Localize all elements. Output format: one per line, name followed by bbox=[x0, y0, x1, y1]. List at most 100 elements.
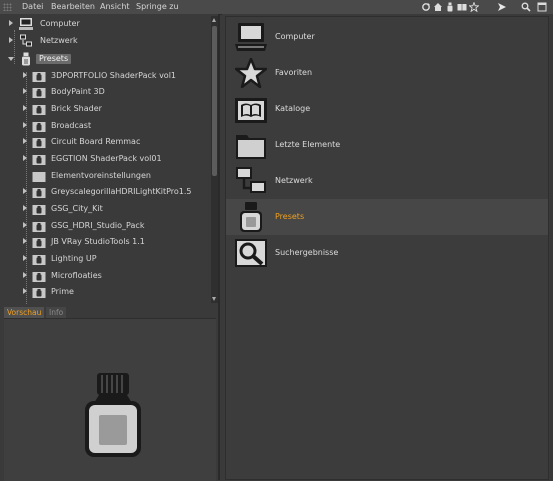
tree-item-label: Broadcast bbox=[51, 121, 92, 130]
tree-item[interactable]: Lighting UP bbox=[0, 251, 210, 267]
tree-item-computer[interactable]: Computer bbox=[0, 16, 210, 32]
tree-item[interactable]: Elementvoreinstellungen bbox=[0, 168, 210, 184]
menu-springe-zu[interactable]: Springe zu bbox=[136, 2, 179, 12]
tree-item[interactable]: JB VRay StudioTools 1.1 bbox=[0, 234, 210, 250]
location-label: Favoriten bbox=[275, 68, 313, 77]
search-icon bbox=[235, 239, 267, 267]
expand-arrow-icon[interactable] bbox=[23, 122, 27, 128]
preset-folder-icon bbox=[32, 155, 46, 165]
location-panel: Computer Favoriten Kataloge Letzte Eleme… bbox=[222, 14, 553, 480]
refresh-icon[interactable] bbox=[421, 2, 431, 12]
search-icon[interactable] bbox=[521, 2, 531, 12]
tab-info[interactable]: Info bbox=[46, 307, 67, 318]
preset-folder-icon bbox=[32, 238, 46, 248]
tree-item-presets[interactable]: Presets bbox=[0, 51, 210, 67]
preset-folder-icon bbox=[32, 138, 46, 148]
tree-item[interactable]: BodyPaint 3D bbox=[0, 84, 210, 100]
tree-item-label: Brick Shader bbox=[51, 104, 102, 113]
location-presets[interactable]: Presets bbox=[226, 199, 548, 235]
expand-arrow-icon[interactable] bbox=[23, 155, 27, 161]
window-icon[interactable] bbox=[537, 2, 547, 12]
expand-arrow-icon[interactable] bbox=[23, 222, 27, 228]
network-icon bbox=[236, 167, 266, 193]
left-panel: Computer Netzwerk Presets 3DPORTFOLIO Sh… bbox=[0, 14, 220, 481]
location-label: Kataloge bbox=[275, 104, 311, 113]
tree-item-label: Presets bbox=[36, 54, 72, 64]
tree-item-label: Circuit Board Remmac bbox=[51, 137, 141, 146]
expand-arrow-icon[interactable] bbox=[23, 138, 27, 144]
preset-folder-icon bbox=[32, 288, 46, 298]
expand-arrow-icon[interactable] bbox=[23, 288, 27, 294]
tree-item[interactable]: Brick Shader bbox=[0, 101, 210, 117]
tree-item[interactable]: GreyscalegorillaHDRILightKitPro1.5 bbox=[0, 184, 210, 200]
scroll-down-icon[interactable] bbox=[212, 297, 216, 301]
tree-item-label: 3DPORTFOLIO ShaderPack vol1 bbox=[51, 71, 177, 80]
tree-item-label: GSG_HDRI_Studio_Pack bbox=[51, 221, 145, 230]
preset-folder-icon bbox=[32, 88, 46, 98]
expand-arrow-icon[interactable] bbox=[23, 88, 27, 94]
bottle-icon[interactable] bbox=[445, 2, 455, 12]
book-icon[interactable] bbox=[457, 2, 467, 12]
network-icon bbox=[20, 34, 32, 47]
tree-item-netzwerk[interactable]: Netzwerk bbox=[0, 33, 210, 49]
expand-arrow-icon[interactable] bbox=[9, 37, 13, 43]
tree-item[interactable]: 3DPORTFOLIO ShaderPack vol1 bbox=[0, 68, 210, 84]
expand-arrow-icon[interactable] bbox=[23, 72, 27, 78]
location-label: Presets bbox=[275, 212, 305, 221]
menu-grip-icon[interactable] bbox=[3, 3, 12, 11]
folder-icon bbox=[32, 172, 46, 182]
tree-item-label: BodyPaint 3D bbox=[51, 87, 105, 96]
tree-item-label: Elementvoreinstellungen bbox=[51, 171, 151, 180]
tree-item-label: Netzwerk bbox=[40, 36, 78, 45]
tree-item[interactable]: EGGTION ShaderPack vol01 bbox=[0, 151, 210, 167]
tree-scrollbar[interactable] bbox=[211, 16, 218, 303]
expand-arrow-icon[interactable] bbox=[23, 205, 27, 211]
expand-arrow-icon[interactable] bbox=[23, 272, 27, 278]
tree-item-label: JB VRay StudioTools 1.1 bbox=[51, 237, 145, 246]
preset-folder-icon bbox=[32, 272, 46, 282]
collapse-arrow-icon[interactable] bbox=[8, 57, 14, 61]
expand-arrow-icon[interactable] bbox=[23, 238, 27, 244]
scrollbar-thumb[interactable] bbox=[212, 26, 217, 176]
tab-vorschau[interactable]: Vorschau bbox=[4, 307, 45, 318]
tree-item[interactable]: Prime bbox=[0, 284, 210, 300]
expand-arrow-icon[interactable] bbox=[23, 105, 27, 111]
scroll-up-icon[interactable] bbox=[212, 18, 216, 22]
star-icon[interactable] bbox=[469, 2, 479, 12]
location-label: Letzte Elemente bbox=[275, 140, 341, 149]
tree-item[interactable]: GSG_HDRI_Studio_Pack bbox=[0, 218, 210, 234]
expand-arrow-icon[interactable] bbox=[23, 255, 27, 261]
preview-area bbox=[4, 318, 216, 481]
location-label: Suchergebnisse bbox=[275, 248, 339, 257]
tree-item[interactable]: GSG_City_Kit bbox=[0, 201, 210, 217]
tree-item[interactable]: Broadcast bbox=[0, 118, 210, 134]
bottle-icon bbox=[85, 373, 141, 457]
preset-folder-icon bbox=[32, 122, 46, 132]
menu-datei[interactable]: Datei bbox=[22, 2, 43, 12]
location-suchergebnisse[interactable]: Suchergebnisse bbox=[226, 235, 548, 271]
expand-arrow-icon[interactable] bbox=[9, 20, 13, 26]
tree-item-label: GSG_City_Kit bbox=[51, 204, 103, 213]
tree-item-label: Lighting UP bbox=[51, 254, 97, 263]
preset-folder-icon bbox=[32, 72, 46, 82]
computer-icon bbox=[235, 23, 267, 51]
location-computer[interactable]: Computer bbox=[226, 19, 548, 55]
location-letzte-elemente[interactable]: Letzte Elemente bbox=[226, 127, 548, 163]
preset-folder-icon bbox=[32, 205, 46, 215]
location-favoriten[interactable]: Favoriten bbox=[226, 55, 548, 91]
tree-item[interactable]: Microfloaties bbox=[0, 268, 210, 284]
tree-item[interactable]: Circuit Board Remmac bbox=[0, 134, 210, 150]
preset-folder-icon bbox=[32, 222, 46, 232]
location-netzwerk[interactable]: Netzwerk bbox=[226, 163, 548, 199]
star-icon bbox=[235, 58, 267, 88]
bottle-icon bbox=[240, 202, 262, 232]
arrow-right-icon[interactable] bbox=[497, 2, 507, 12]
tree-item-label: EGGTION ShaderPack vol01 bbox=[51, 154, 162, 163]
home-icon[interactable] bbox=[433, 2, 443, 12]
menu-bearbeiten[interactable]: Bearbeiten bbox=[51, 2, 95, 12]
preset-folder-icon bbox=[32, 105, 46, 115]
expand-arrow-icon[interactable] bbox=[23, 188, 27, 194]
menu-ansicht[interactable]: Ansicht bbox=[100, 2, 130, 12]
location-list: Computer Favoriten Kataloge Letzte Eleme… bbox=[225, 16, 549, 480]
location-kataloge[interactable]: Kataloge bbox=[226, 91, 548, 127]
